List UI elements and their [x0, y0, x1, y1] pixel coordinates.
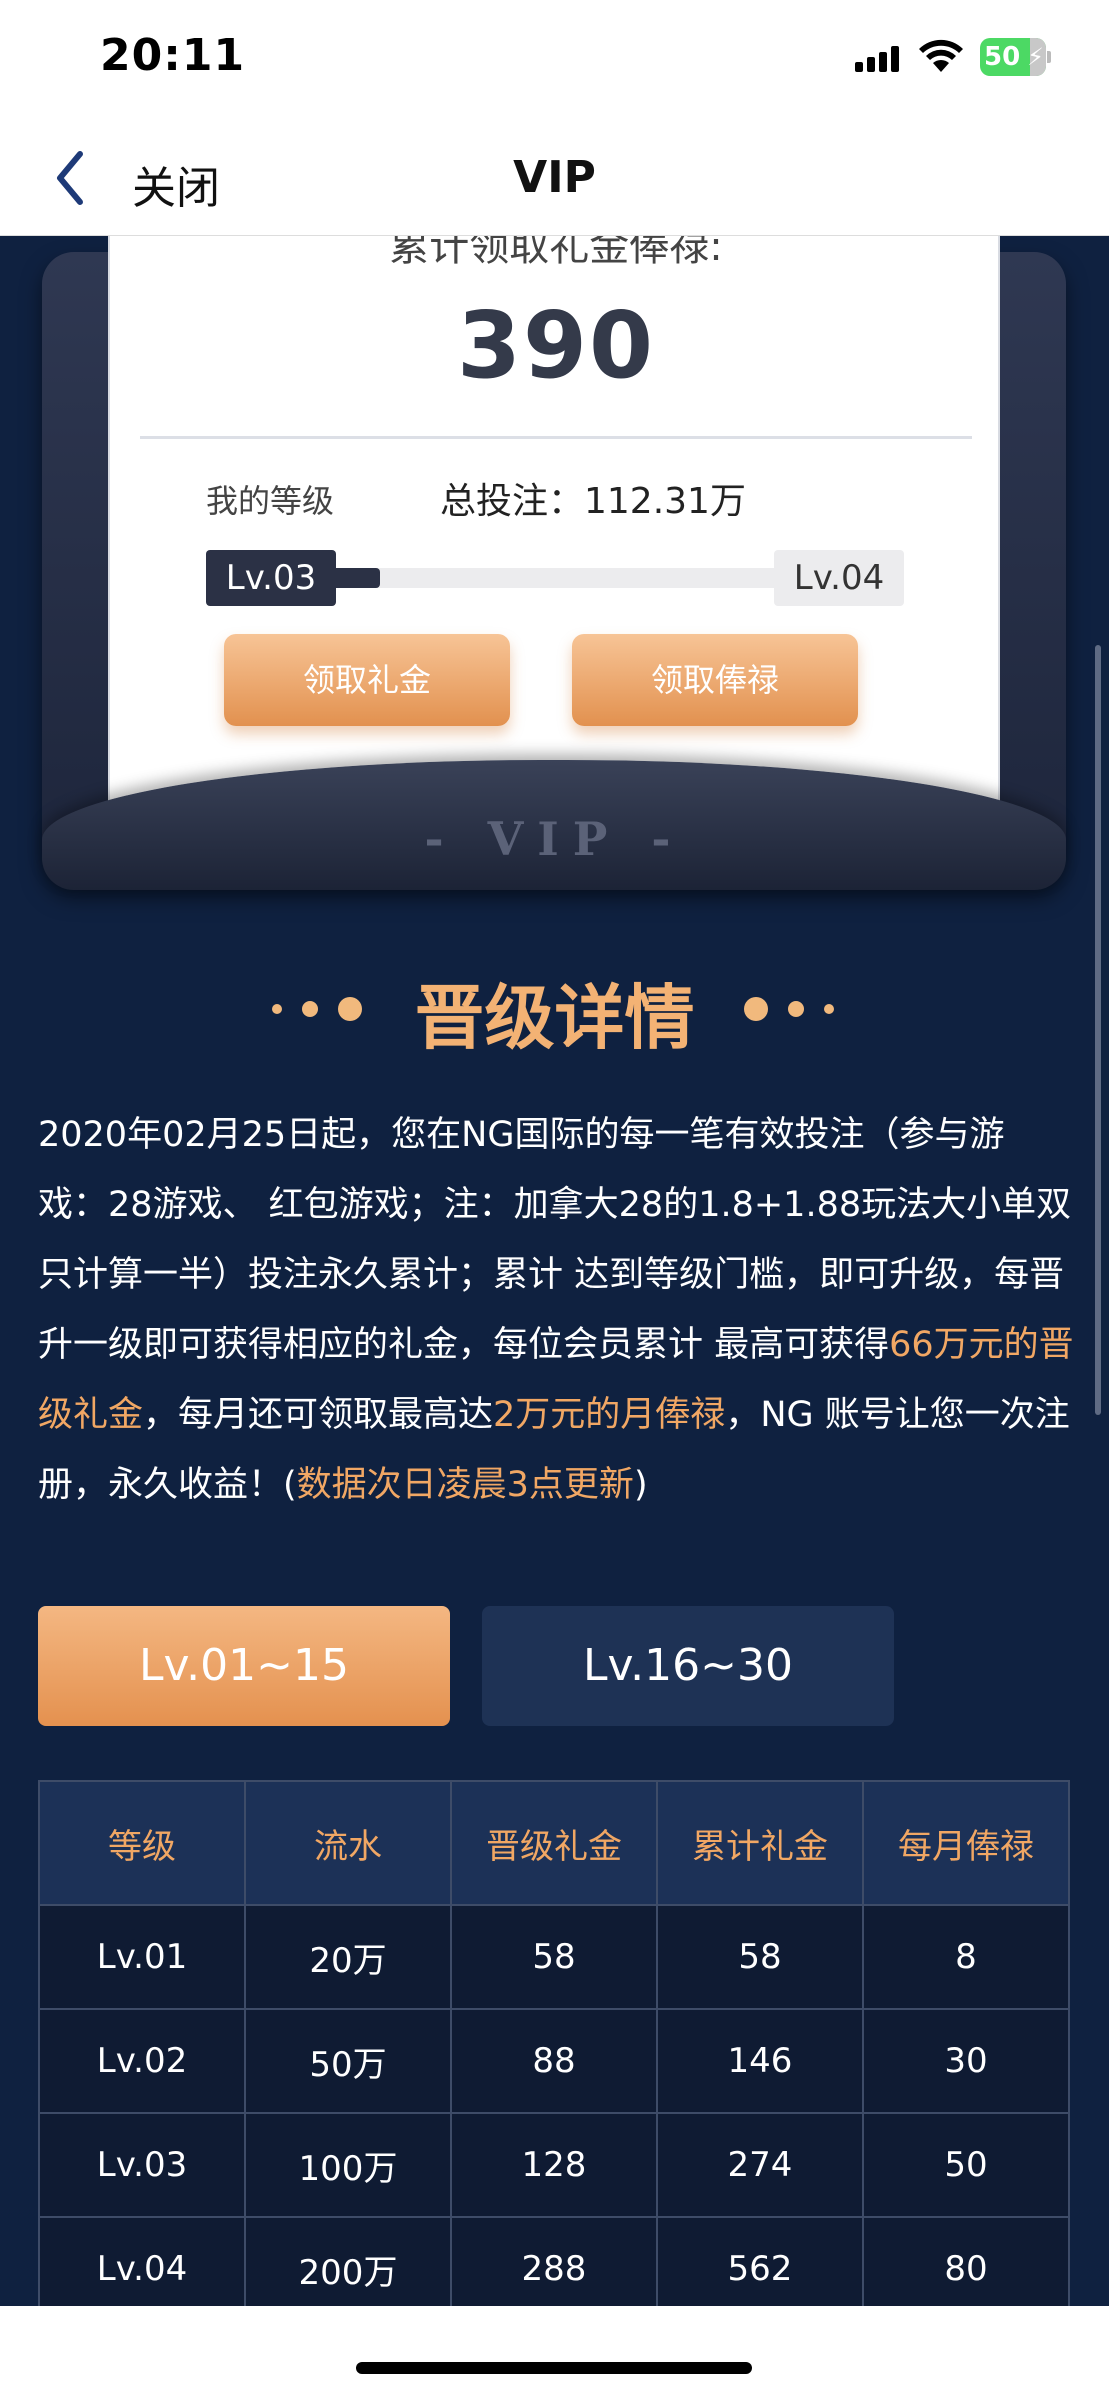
table-cell: 8	[862, 1904, 1070, 2010]
table-cell: 88	[450, 2008, 658, 2114]
table-row: Lv.02 50万 88 146 30	[38, 2008, 1070, 2114]
table-cell: 58	[450, 1904, 658, 2010]
my-level-label: 我的等级	[206, 482, 335, 520]
vip-logo-text: - VIP -	[424, 812, 685, 866]
column-header: 每月俸禄	[862, 1780, 1070, 1906]
decor-dots-right	[744, 997, 834, 1021]
table-cell: 30	[862, 2008, 1070, 2114]
section-title: 晋级详情	[414, 977, 695, 1059]
next-level-badge: Lv.04	[774, 550, 904, 606]
reward-total-label: 累计领取礼金俸禄:	[389, 236, 723, 270]
tab-level-1-15[interactable]: Lv.01~15	[38, 1606, 450, 1726]
home-indicator[interactable]	[356, 2362, 752, 2374]
reward-total-amount: 390	[456, 292, 656, 399]
table-cell: 100万	[244, 2112, 452, 2218]
vip-card: 累计领取礼金俸禄: 390 我的等级 总投注：112.31万 Lv.03 Lv.…	[108, 236, 1000, 836]
column-header: 流水	[244, 1780, 452, 1906]
battery-level: 50	[984, 42, 1021, 72]
table-row: Lv.03 100万 128 274 50	[38, 2112, 1070, 2218]
nav-bar: 关闭 VIP	[0, 118, 1109, 236]
table-cell: 128	[450, 2112, 658, 2218]
table-cell: Lv.03	[38, 2112, 246, 2218]
status-bar: 20:11 50 ⚡	[0, 0, 1109, 118]
column-header: 累计礼金	[656, 1780, 864, 1906]
total-bet-text: 总投注：112.31万	[440, 481, 746, 522]
divider	[140, 436, 972, 439]
table-cell: 50	[862, 2112, 1070, 2218]
table-cell: 274	[656, 2112, 864, 2218]
current-level-badge: Lv.03	[206, 550, 336, 606]
status-time: 20:11	[100, 30, 246, 81]
page-title: VIP	[513, 152, 596, 203]
table-row: Lv.01 20万 58 58 8	[38, 1904, 1070, 2010]
vip-level-table: 等级 流水 晋级礼金 累计礼金 每月俸禄 Lv.01 20万 58 58 8 L…	[38, 1780, 1070, 2322]
charging-bolt-icon: ⚡	[1027, 43, 1044, 71]
claim-gift-button[interactable]: 领取礼金	[224, 634, 510, 726]
scrollbar[interactable]	[1095, 645, 1101, 1415]
column-header: 等级	[38, 1780, 246, 1906]
highlight-update-time: 数据次日凌晨3点更新	[296, 1465, 634, 1505]
claim-salary-button[interactable]: 领取俸禄	[572, 634, 858, 726]
home-indicator-area	[0, 2306, 1109, 2400]
wifi-icon	[919, 39, 963, 72]
upgrade-description: 2020年02月25日起，您在NG国际的每一笔有效投注（参与游戏：28游戏、 红…	[38, 1115, 1074, 1505]
highlight-monthly-salary: 2万元的月俸禄	[493, 1395, 726, 1435]
table-cell: 146	[656, 2008, 864, 2114]
cellular-signal-icon	[855, 46, 901, 72]
table-cell: Lv.01	[38, 1904, 246, 2010]
tab-level-16-30[interactable]: Lv.16~30	[482, 1606, 894, 1726]
table-cell: 50万	[244, 2008, 452, 2114]
table-header-row: 等级 流水 晋级礼金 累计礼金 每月俸禄	[38, 1780, 1070, 1906]
table-cell: Lv.02	[38, 2008, 246, 2114]
column-header: 晋级礼金	[450, 1780, 658, 1906]
table-cell: 20万	[244, 1904, 452, 2010]
table-cell: 58	[656, 1904, 864, 2010]
battery-icon: 50 ⚡	[980, 38, 1051, 76]
